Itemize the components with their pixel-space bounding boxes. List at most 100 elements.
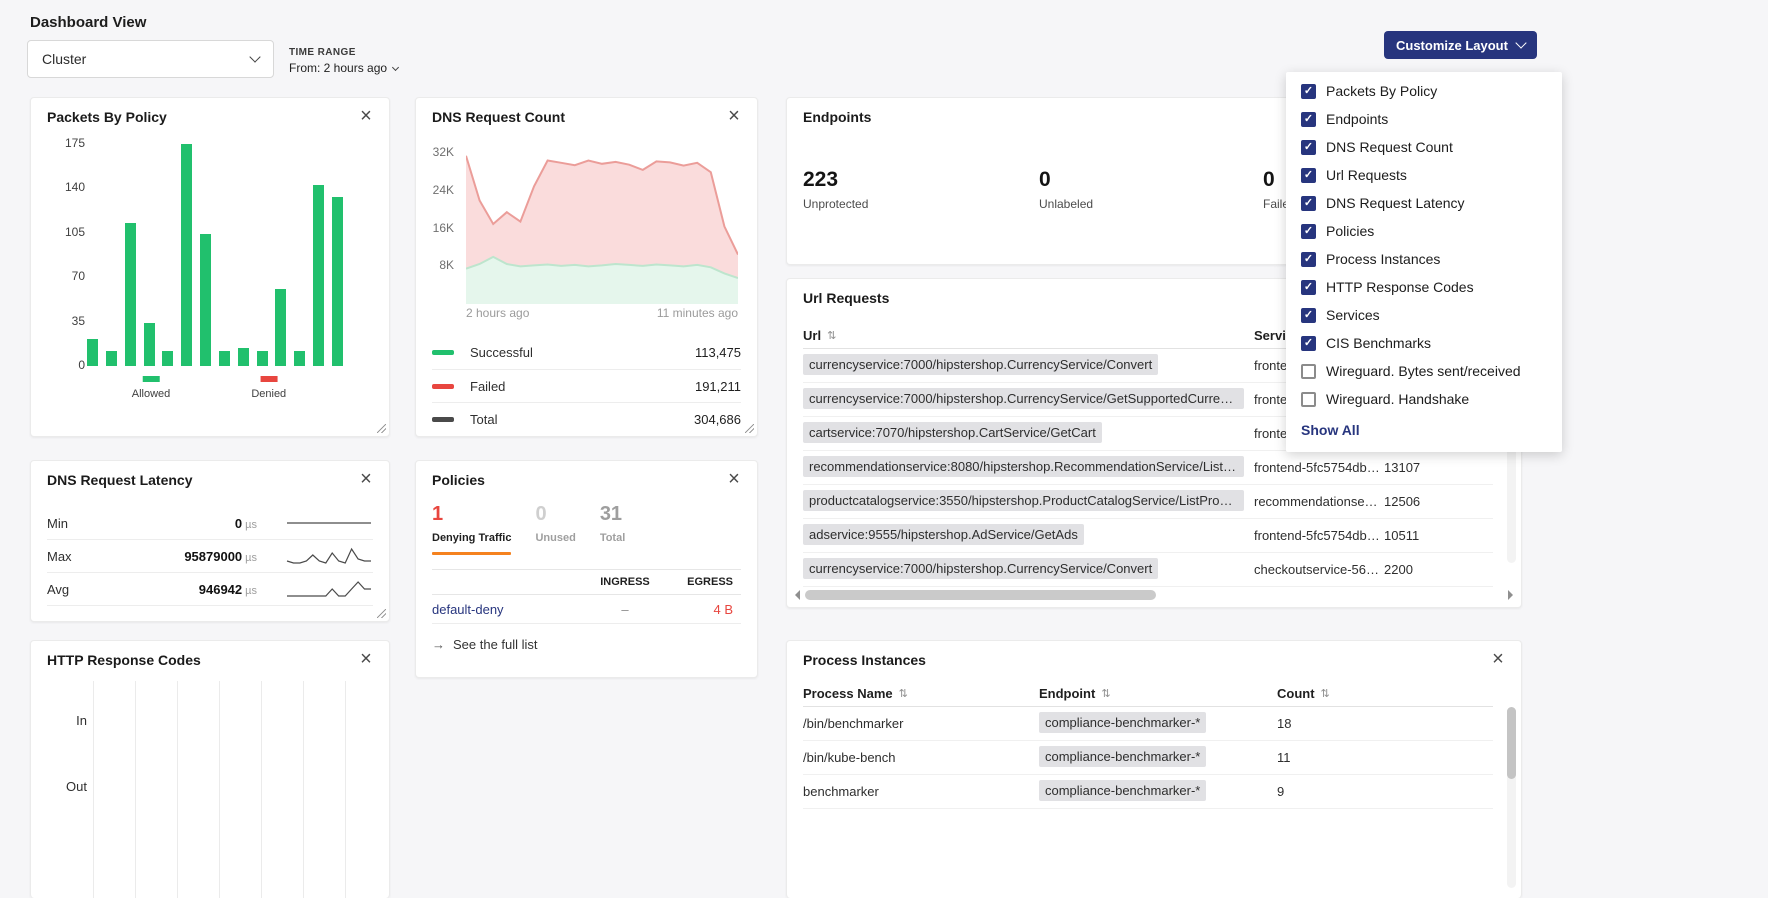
card-dns-request-latency: DNS Request Latency × Min 0µs Max 958790… xyxy=(30,460,390,622)
card-title: DNS Request Count xyxy=(432,109,565,125)
stat-value: 223 xyxy=(803,168,1039,192)
legend-row: Total 304,686 xyxy=(432,402,741,435)
customize-item[interactable]: DNS Request Count xyxy=(1286,133,1562,161)
checkbox-icon[interactable] xyxy=(1301,196,1316,211)
column-header-count[interactable]: Count ⇅ xyxy=(1277,686,1493,701)
checkbox-icon[interactable] xyxy=(1301,392,1316,407)
scrollbar-thumb[interactable] xyxy=(1507,707,1516,779)
customize-item-label: HTTP Response Codes xyxy=(1326,279,1474,295)
customize-item[interactable]: HTTP Response Codes xyxy=(1286,273,1562,301)
scrollbar-thumb[interactable] xyxy=(805,590,1156,600)
legend-label: Total xyxy=(470,412,497,427)
latency-unit: µs xyxy=(245,552,257,564)
dns-legend: Successful 113,475 Failed 191,211 Total … xyxy=(432,336,741,435)
stat-unused[interactable]: 0 Unused xyxy=(535,503,575,555)
close-icon[interactable]: × xyxy=(723,467,745,491)
customize-item[interactable]: Endpoints xyxy=(1286,105,1562,133)
customize-item[interactable]: Wireguard. Bytes sent/received xyxy=(1286,357,1562,385)
stat-denying-traffic[interactable]: 1 Denying Traffic xyxy=(432,503,511,555)
dns-area-plot xyxy=(466,144,738,304)
customize-item[interactable]: Url Requests xyxy=(1286,161,1562,189)
sort-icon: ⇅ xyxy=(1101,687,1110,700)
checkbox-icon[interactable] xyxy=(1301,140,1316,155)
policies-table-header: INGRESS EGRESS xyxy=(432,569,741,595)
table-row[interactable]: adservice:9555/hipstershop.AdService/Get… xyxy=(803,519,1493,553)
table-row[interactable]: benchmarker compliance-benchmarker-* 9 xyxy=(803,775,1493,809)
latency-value: 0 xyxy=(235,516,242,531)
customize-item[interactable]: Wireguard. Handshake xyxy=(1286,385,1562,413)
scroll-left-icon[interactable] xyxy=(795,590,800,600)
table-row[interactable]: /bin/kube-bench compliance-benchmarker-*… xyxy=(803,741,1493,775)
scroll-right-icon[interactable] xyxy=(1508,590,1513,600)
vertical-scrollbar[interactable] xyxy=(1507,707,1516,888)
stat-unprotected: 223 Unprotected xyxy=(803,168,1039,211)
stat-label: Unprotected xyxy=(803,197,1039,211)
group-marker xyxy=(143,376,160,382)
checkbox-icon[interactable] xyxy=(1301,112,1316,127)
cluster-select[interactable]: Cluster xyxy=(27,40,274,78)
close-icon[interactable]: × xyxy=(1487,647,1509,671)
checkbox-icon[interactable] xyxy=(1301,252,1316,267)
sparkline-max xyxy=(285,547,373,565)
customize-item-label: Wireguard. Handshake xyxy=(1326,391,1469,407)
column-header-endpoint[interactable]: Endpoint ⇅ xyxy=(1039,686,1277,701)
table-row[interactable]: productcatalogservice:3550/hipstershop.P… xyxy=(803,485,1493,519)
customize-item[interactable]: Process Instances xyxy=(1286,245,1562,273)
see-full-list-link[interactable]: → See the full list xyxy=(432,637,538,652)
customize-item[interactable]: DNS Request Latency xyxy=(1286,189,1562,217)
scrollbar-track[interactable] xyxy=(803,590,1505,600)
customize-item[interactable]: Policies xyxy=(1286,217,1562,245)
checkbox-icon[interactable] xyxy=(1301,336,1316,351)
table-row[interactable]: /bin/benchmarker compliance-benchmarker-… xyxy=(803,707,1493,741)
y-tick-label: 8K xyxy=(439,258,454,272)
group-label: Allowed xyxy=(132,388,171,400)
column-header-process-name[interactable]: Process Name ⇅ xyxy=(803,686,1039,701)
resize-handle[interactable] xyxy=(377,609,386,618)
sparkline-avg xyxy=(285,580,373,598)
resize-handle[interactable] xyxy=(745,424,754,433)
latency-value: 946942 xyxy=(199,582,242,597)
resize-handle[interactable] xyxy=(377,424,386,433)
count-cell: 2200 xyxy=(1384,562,1493,577)
latency-label: Min xyxy=(47,516,127,531)
horizontal-scrollbar[interactable] xyxy=(795,589,1513,601)
checkbox-icon[interactable] xyxy=(1301,364,1316,379)
close-icon[interactable]: × xyxy=(355,647,377,671)
arrow-right-icon: → xyxy=(432,637,445,652)
process-table-body: /bin/benchmarker compliance-benchmarker-… xyxy=(803,707,1493,898)
legend-value: 304,686 xyxy=(694,412,741,427)
bar xyxy=(257,351,268,366)
table-row[interactable]: default-deny – 4 B xyxy=(432,595,741,624)
close-icon[interactable]: × xyxy=(723,104,745,128)
card-title: HTTP Response Codes xyxy=(47,652,201,668)
latency-label: Avg xyxy=(47,582,127,597)
checkbox-icon[interactable] xyxy=(1301,308,1316,323)
stat-label: Unlabeled xyxy=(1039,197,1263,211)
latency-label: Max xyxy=(47,549,127,564)
card-title: Packets By Policy xyxy=(47,109,167,125)
checkbox-icon[interactable] xyxy=(1301,168,1316,183)
group-marker xyxy=(260,376,277,382)
table-row[interactable]: currencyservice:7000/hipstershop.Currenc… xyxy=(803,553,1493,587)
table-row[interactable]: recommendationservice:8080/hipstershop.R… xyxy=(803,451,1493,485)
column-header-url[interactable]: Url ⇅ xyxy=(803,328,1254,343)
close-icon[interactable]: × xyxy=(355,104,377,128)
customize-item[interactable]: Packets By Policy xyxy=(1286,77,1562,105)
checkbox-icon[interactable] xyxy=(1301,84,1316,99)
checkbox-icon[interactable] xyxy=(1301,280,1316,295)
dns-y-axis: 32K24K16K8K xyxy=(424,144,460,304)
customize-item[interactable]: Services xyxy=(1286,301,1562,329)
policy-link[interactable]: default-deny xyxy=(432,602,585,617)
checkbox-icon[interactable] xyxy=(1301,224,1316,239)
close-icon[interactable]: × xyxy=(355,467,377,491)
legend-label: Successful xyxy=(470,345,533,360)
count-cell: 9 xyxy=(1277,784,1493,799)
time-range-from[interactable]: From: 2 hours ago xyxy=(289,61,398,75)
service-cell: recommendationse… xyxy=(1254,494,1384,509)
customize-item[interactable]: CIS Benchmarks xyxy=(1286,329,1562,357)
stat-total[interactable]: 31 Total xyxy=(600,503,625,555)
show-all-link[interactable]: Show All xyxy=(1286,413,1562,438)
customize-layout-button[interactable]: Customize Layout xyxy=(1384,31,1537,59)
latency-row-min: Min 0µs xyxy=(47,507,373,540)
active-tab-underline xyxy=(432,552,511,555)
